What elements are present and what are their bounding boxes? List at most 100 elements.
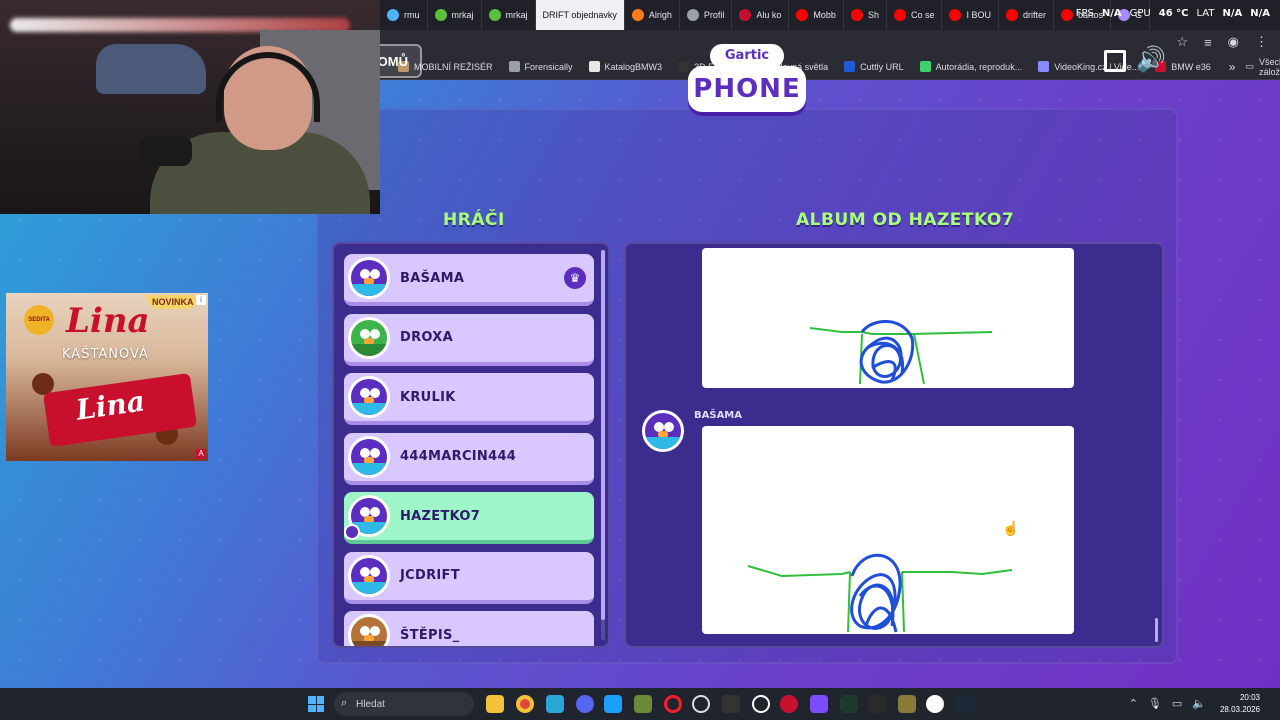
app-icon-5[interactable] [604,695,622,713]
tab-favicon-icon [1061,9,1073,21]
bookmark-label: Cuttly URL [860,61,904,72]
tab-label: Co se [910,10,935,20]
browser-tab[interactable]: Mobb [789,0,844,30]
hand-cursor-icon: ☝ [1002,520,1020,536]
player-avatar [348,257,390,299]
taskbar-search[interactable]: ⌕ Hledat [334,692,474,716]
ad-badge: NOVINKA [146,295,200,309]
media-control-icon[interactable]: ≡ [1204,35,1212,50]
microphone-icon[interactable]: 🎙 [1148,697,1162,710]
chevron-up-icon[interactable]: ⌃ [1129,697,1138,710]
tab-label: Sh [867,10,879,20]
browser-tab[interactable]: Co se [887,0,943,30]
app-icon-10[interactable] [752,695,770,713]
bookmarks-more-button[interactable]: » [1219,60,1246,74]
album-scrollbar-thumb[interactable] [1155,618,1158,642]
bookmark-label: Forensically [524,61,573,72]
lat-value: N/A [1222,8,1243,19]
app-icon-12[interactable] [810,695,828,713]
browser-tab[interactable]: mrkaj [482,0,536,30]
bookmark-item[interactable]: Forensically [501,61,581,72]
album-title: ALBUM OD HAZETKO7 [796,210,1015,230]
webcam-overlay [0,0,380,214]
gpu-label: GPU [1129,8,1151,19]
player-row[interactable]: JCDRIFT [344,551,594,604]
volume-icon[interactable]: 🔈 [1192,697,1206,710]
bookmark-item[interactable]: Cuttly URL [836,61,912,72]
tab-favicon-icon [387,9,399,21]
tab-label: drifter [1022,10,1046,20]
chatgpt-icon[interactable] [692,695,710,713]
fullscreen-icon[interactable] [1104,50,1126,72]
ad-info-icon[interactable]: i [196,295,206,305]
browser-tab[interactable]: I BOU [942,0,999,30]
crown-icon: ♛ [564,267,586,289]
taskbar-search-label: Hledat [356,698,385,710]
bookmark-favicon-icon [588,61,600,72]
clock-time: 20:03 [1239,693,1260,702]
player-row[interactable]: DROXA [344,313,594,366]
file-explorer-icon[interactable] [486,695,504,713]
all-bookmarks-label: Všechny záložky [1258,56,1280,77]
clock[interactable]: 20:03 28.03.2026 [1220,692,1260,716]
browser-tab[interactable]: Alu ko [732,0,790,30]
player-name: DROXA [400,330,453,345]
player-row[interactable]: HAZETKO7 [344,492,594,544]
network-icon[interactable]: ▭ [1172,697,1182,710]
advertisement[interactable]: SEDITA NOVINKA Lina KAŠTANOVÁ Lina i A [6,293,208,461]
browser-tab[interactable]: DRIFT objednavky [535,0,625,30]
album-author-avatar [642,410,684,452]
browser-tab[interactable]: Sh [844,0,887,30]
player-avatar [348,554,390,597]
profile-icon[interactable]: ◉ [1228,34,1239,50]
player-row[interactable]: 444MARCIN444 [344,432,594,485]
app-icon-15[interactable] [898,695,916,713]
epic-icon[interactable] [722,695,740,713]
tab-label: I BOU [966,10,991,20]
app-icon-13[interactable] [840,695,858,713]
drawing-1 [702,248,1074,388]
browser-tab[interactable]: rmu [380,0,428,30]
menu-icon[interactable]: ⋮ [1255,34,1268,50]
discord-icon[interactable] [576,695,594,713]
browser-tab[interactable]: drifter [999,0,1054,30]
tab-label: mrkaj [505,10,528,20]
browser-tab[interactable]: mrkaj [428,0,482,30]
search-icon: ⌕ [341,697,348,709]
bookmark-item[interactable]: VideoKing.cz | Vide... [1030,61,1147,72]
app-icon-16[interactable] [926,695,944,713]
player-avatar [348,614,390,646]
player-row[interactable]: BAŠAMA ♛ [344,254,594,306]
players-scrollbar-thumb[interactable] [601,250,605,620]
players-list[interactable]: BAŠAMA ♛ DROXA KRULIK 444MARCIN444 HAZETKO7 JC… [332,242,610,648]
gpu-temp: 46 °C [1158,8,1189,19]
speaker-icon[interactable]: 🔊 [1136,48,1166,72]
player-row[interactable]: ŠTĚPIS_ [344,611,594,646]
chrome-icon[interactable] [516,695,534,713]
tab-label: mrkaj [451,10,474,20]
start-icon[interactable] [308,696,324,712]
tab-favicon-icon [949,9,962,21]
opera-icon[interactable] [664,695,682,713]
app-icon-14[interactable] [868,695,886,713]
player-name: KRULIK [400,389,456,405]
players-title: HRÁČI [443,210,505,230]
player-row[interactable]: KRULIK [344,373,594,425]
steam-icon[interactable] [956,695,974,713]
gartic-phone-logo: Gartic PHONE [688,44,806,116]
all-bookmarks-button[interactable]: ▭ Všechny záložky [1245,57,1280,77]
browser-tab[interactable]: Alrigh [625,0,680,30]
windows-taskbar: ⌕ Hledat ⌃ 🎙 ▭ 🔈 20:03 28.03.2026 [0,688,1280,720]
app-icon-11[interactable] [780,695,798,713]
tab-label: Mobb [813,10,836,20]
player-name: ŠTĚPIS_ [400,627,460,643]
bookmark-label: Autorádia, reproduk... [935,61,1023,72]
app-icon-3[interactable] [546,695,564,713]
bookmark-item[interactable]: Autorádia, reproduk... [912,61,1031,72]
adchoices-icon[interactable]: A [196,449,206,459]
bookmark-item[interactable]: KatalogBMW3 [581,61,671,72]
app-icon-6[interactable] [634,695,652,713]
bookmark-star-icon[interactable]: ☆ [1176,34,1188,50]
album-panel[interactable]: BAŠAMA [624,242,1164,648]
browser-tab[interactable]: Profil [680,0,733,30]
